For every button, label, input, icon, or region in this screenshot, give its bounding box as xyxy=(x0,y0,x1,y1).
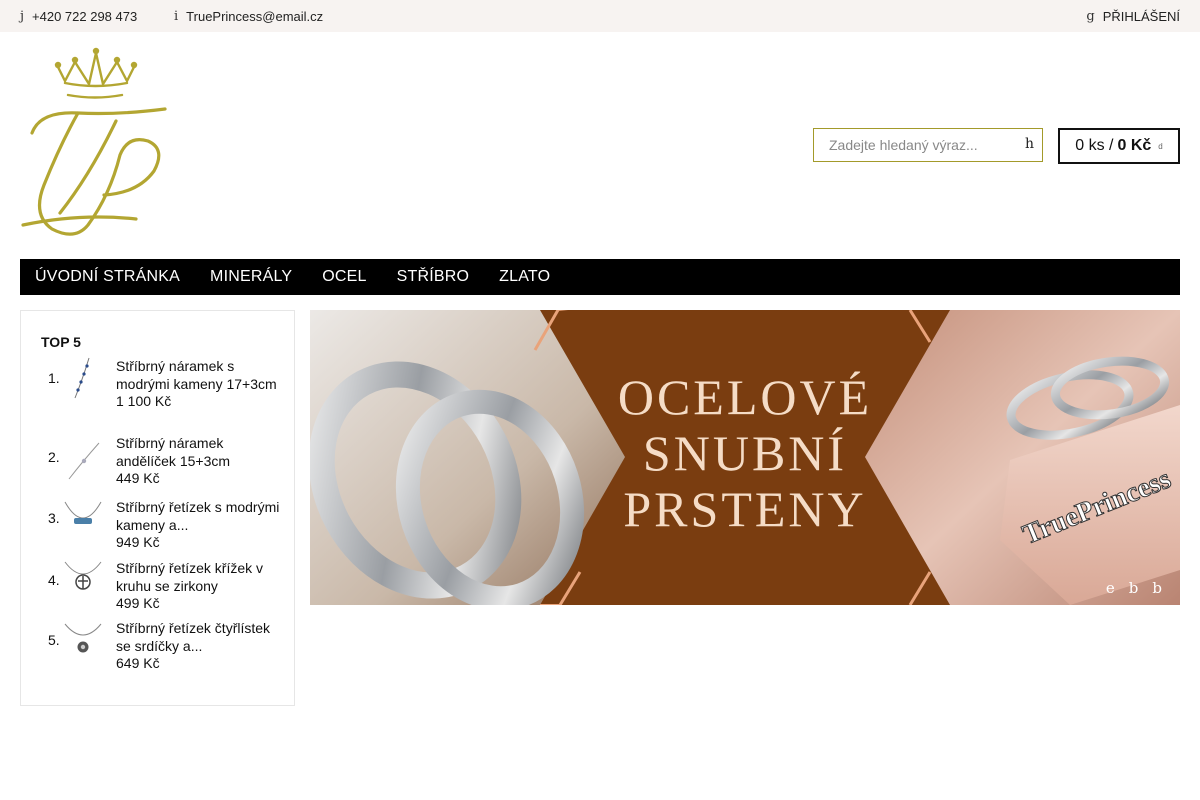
phone-number: +420 722 298 473 xyxy=(32,8,138,24)
main-navigation: ÚVODNÍ STRÁNKA MINERÁLY OCEL STŘÍBRO ZLA… xyxy=(20,259,1180,295)
nav-item-gold[interactable]: ZLATO xyxy=(499,268,550,286)
nav-item-minerals[interactable]: MINERÁLY xyxy=(210,268,292,286)
user-icon: g xyxy=(1086,8,1095,24)
clover-necklace-thumbnail-icon xyxy=(64,623,102,653)
email-address: TruePrincess@email.cz xyxy=(186,8,324,24)
cross-necklace-thumbnail-icon xyxy=(64,561,102,590)
top5-sidebar: TOP 5 1. Stříbrný náramek s modrými kame… xyxy=(20,310,295,706)
site-logo[interactable] xyxy=(20,45,170,245)
product-name: Stříbrný řetízek křížek v kruhu se zirko… xyxy=(116,560,264,594)
product-price: 449 Kč xyxy=(116,470,160,486)
cart-button[interactable]: 0 ks / 0 Kč d xyxy=(1058,128,1180,164)
search-input[interactable] xyxy=(814,129,1014,161)
login-link[interactable]: g PŘIHLÁŠENÍ xyxy=(1086,0,1180,32)
slider-dot-icon[interactable]: e xyxy=(1106,579,1115,597)
login-label: PŘIHLÁŠENÍ xyxy=(1102,8,1180,24)
bracelet-thumbnail-icon xyxy=(68,442,100,480)
email-icon: i xyxy=(174,8,179,24)
product-rank: 5. xyxy=(48,632,60,648)
slider-dot-icon[interactable]: b xyxy=(1129,579,1139,597)
banner-line-2: SNUBNÍ xyxy=(643,425,847,481)
banner-line-1: OCELOVÉ xyxy=(618,369,872,425)
product-price: 649 Kč xyxy=(116,655,160,671)
product-rank: 1. xyxy=(48,370,60,386)
product-price: 949 Kč xyxy=(116,534,160,550)
banner-line-3: PRSTENY xyxy=(623,481,866,537)
logo-monogram-icon xyxy=(21,47,167,236)
email-contact[interactable]: i TruePrincess@email.cz xyxy=(174,0,323,32)
search-box: h xyxy=(813,128,1043,162)
bracelet-thumbnail-icon xyxy=(74,357,90,399)
cart-total: 0 Kč xyxy=(1117,137,1152,154)
nav-item-steel[interactable]: OCEL xyxy=(322,268,366,286)
product-name: Stříbrný řetízek s modrými kameny a... xyxy=(116,499,280,533)
top5-title: TOP 5 xyxy=(41,334,81,350)
cart-icon: d xyxy=(1158,141,1163,151)
nav-item-silver[interactable]: STŘÍBRO xyxy=(397,268,470,286)
promo-banner[interactable]: OCELOVÉ SNUBNÍ PRSTENY TruePrincess e b … xyxy=(310,310,1180,605)
product-rank: 4. xyxy=(48,572,60,588)
slider-controls: e b b xyxy=(1106,579,1162,597)
cart-count: 0 ks / xyxy=(1075,137,1114,154)
phone-icon: j xyxy=(20,8,25,24)
product-price: 499 Kč xyxy=(116,595,160,611)
phone-contact[interactable]: j +420 722 298 473 xyxy=(20,0,137,32)
nav-item-home[interactable]: ÚVODNÍ STRÁNKA xyxy=(35,268,180,286)
product-name: Stříbrný náramek s modrými kameny 17+3cm xyxy=(116,358,277,392)
wedding-rings-banner-image: OCELOVÉ SNUBNÍ PRSTENY TruePrincess xyxy=(310,310,1180,605)
product-name: Stříbrný náramek andělíček 15+3cm xyxy=(116,435,231,469)
product-name: Stříbrný řetízek čtyřlístek se srdíčky a… xyxy=(116,620,271,654)
product-rank: 3. xyxy=(48,510,60,526)
search-icon[interactable]: h xyxy=(1025,136,1034,152)
product-price: 1 100 Kč xyxy=(116,393,172,409)
top-bar: j +420 722 298 473 i TruePrincess@email.… xyxy=(0,0,1200,32)
slider-dot-icon[interactable]: b xyxy=(1152,579,1162,597)
product-rank: 2. xyxy=(48,449,60,465)
necklace-thumbnail-icon xyxy=(64,501,102,524)
